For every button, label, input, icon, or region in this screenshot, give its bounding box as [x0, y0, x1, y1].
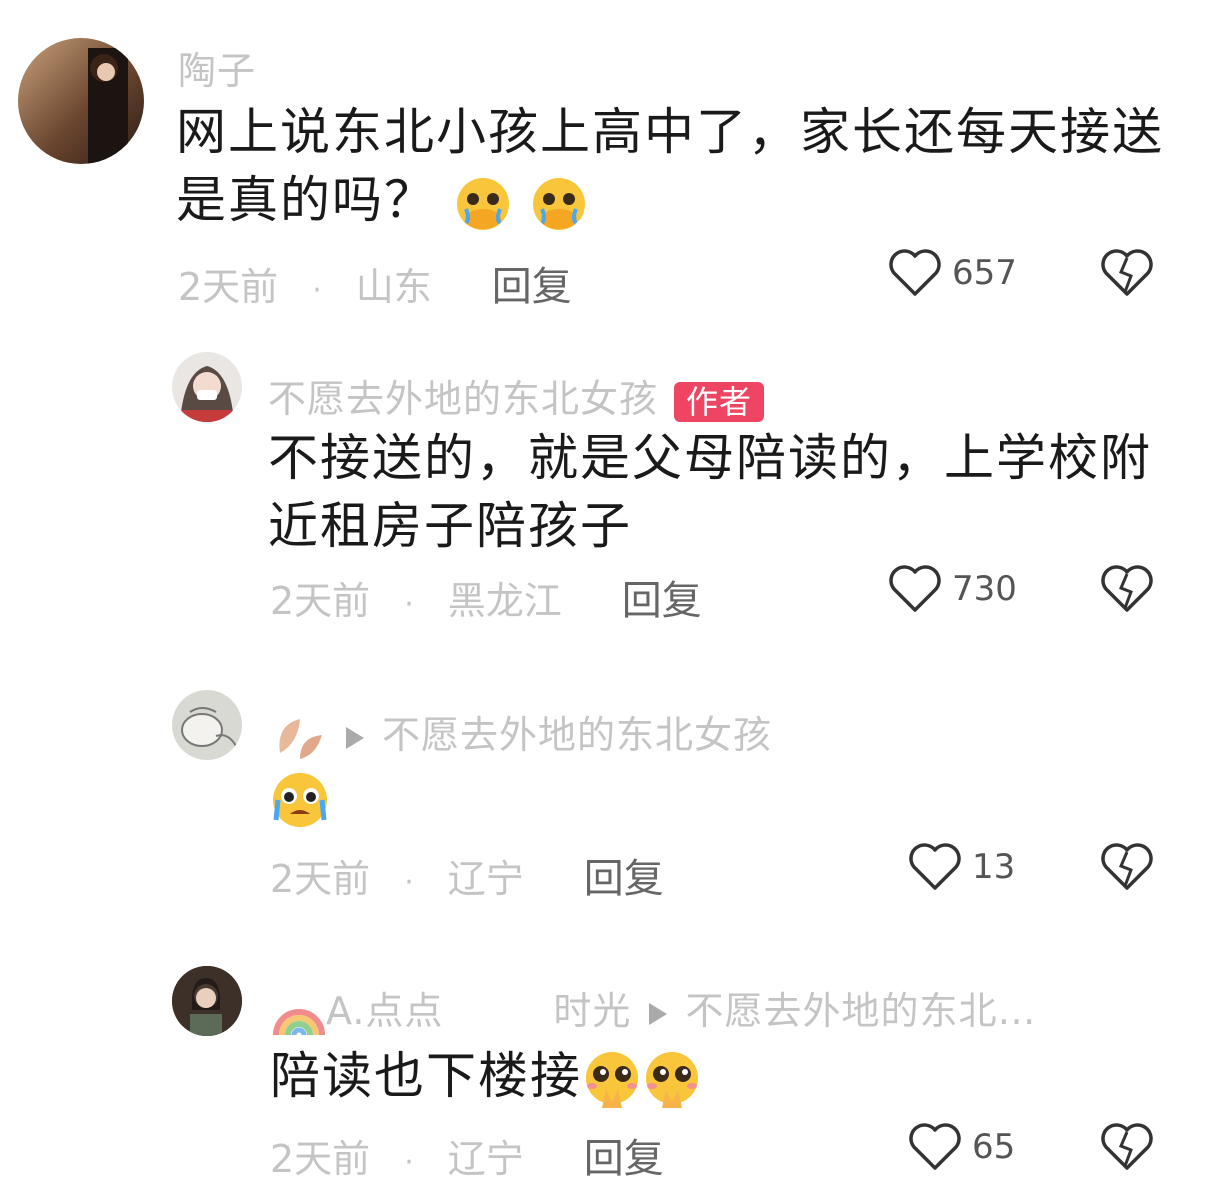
comment-meta: 2天前 · 辽宁 回复	[270, 1126, 664, 1184]
heart-outline-icon	[909, 843, 961, 890]
comment-text: 网上说东北小孩上高中了，家长还每天接送 是真的吗？	[176, 98, 1176, 234]
like-button[interactable]: 657	[888, 248, 1017, 298]
reply-to-name[interactable]: 不愿去外地的东北女孩	[382, 713, 772, 757]
comment-author[interactable]: 陶子	[178, 40, 256, 95]
dislike-button[interactable]	[1100, 842, 1154, 896]
author-badge: 作者	[674, 381, 765, 422]
comment-author[interactable]: 不愿去外地的东北女孩 作者	[268, 368, 765, 423]
separator-dot: ·	[404, 865, 414, 900]
heart-outline-icon	[909, 1123, 961, 1170]
dislike-button[interactable]	[1100, 564, 1154, 618]
comment-4: A.点点 时光 不愿去外地的东北… 陪读也下楼接 2天前 · 辽宁 回复 65	[0, 950, 1222, 1194]
like-count: 730	[952, 569, 1017, 609]
comment-text-line: 近租房子陪孩子	[268, 497, 632, 555]
comment-location: 辽宁	[447, 857, 524, 901]
like-button[interactable]: 730	[888, 564, 1017, 614]
comment-text: 陪读也下楼接	[270, 1042, 1170, 1110]
reply-button[interactable]: 回复	[492, 264, 572, 310]
like-button[interactable]: 65	[908, 1122, 1015, 1172]
dislike-button[interactable]	[1100, 248, 1154, 302]
comment-1: 陶子 网上说东北小孩上高中了，家长还每天接送 是真的吗？ 2天前 · 山东 回复	[0, 0, 1222, 320]
avatar-image	[181, 707, 237, 747]
comment-text: 不接送的，就是父母陪读的，上学校附 近租房子陪孩子	[268, 424, 1168, 560]
reply-arrow-icon	[346, 726, 364, 749]
comment-time: 2天前	[270, 1137, 371, 1181]
like-count: 13	[972, 847, 1016, 887]
comment-location: 黑龙江	[447, 579, 562, 623]
heart-outline-icon	[889, 565, 941, 612]
broken-heart-icon	[1101, 249, 1153, 296]
comment-meta: 2天前 · 辽宁 回复	[270, 846, 664, 904]
comment-time: 2天前	[178, 265, 279, 309]
crying-face-emoji	[532, 177, 585, 230]
separator-dot: ·	[404, 587, 414, 622]
pleading-hands-emoji	[646, 1051, 698, 1108]
broken-heart-icon	[1101, 1123, 1153, 1170]
avatar[interactable]	[172, 690, 242, 760]
separator-dot: ·	[312, 273, 322, 308]
avatar[interactable]	[18, 38, 144, 164]
comment-2: 不愿去外地的东北女孩 作者 不接送的，就是父母陪读的，上学校附 近租房子陪孩子 2…	[0, 330, 1222, 650]
dislike-button[interactable]	[1100, 1122, 1154, 1176]
separator-dot: ·	[404, 1145, 414, 1180]
crying-face-emoji	[456, 177, 509, 230]
like-button[interactable]: 13	[908, 842, 1015, 892]
comment-text	[270, 770, 330, 830]
leaf-emoji	[279, 718, 322, 759]
comment-text-line: 是真的吗？	[176, 171, 436, 229]
heart-outline-icon	[889, 249, 941, 296]
avatar-image	[172, 966, 242, 1036]
broken-heart-icon	[1101, 843, 1153, 890]
comment-3: 不愿去外地的东北女孩 2天前 · 辽宁 回复 13	[0, 670, 1222, 920]
like-count: 657	[952, 253, 1017, 293]
avatar-image	[180, 366, 234, 422]
avatar[interactable]	[172, 352, 242, 422]
comment-time: 2天前	[270, 579, 371, 623]
comment-time: 2天前	[270, 857, 371, 901]
comment-meta: 2天前 · 山东 回复	[178, 254, 572, 312]
comment-author[interactable]: A.点点 时光 不愿去外地的东北…	[272, 980, 1036, 1039]
rainbow-emoji	[273, 1008, 325, 1035]
like-count: 65	[972, 1127, 1016, 1167]
pleading-hands-emoji	[586, 1051, 638, 1108]
author-name[interactable]: 不愿去外地的东北女孩	[268, 377, 658, 421]
comment-text-line: 网上说东北小孩上高中了，家长还每天接送	[176, 103, 1164, 161]
reply-to-name[interactable]: 不愿去外地的东北…	[685, 989, 1036, 1033]
avatar[interactable]	[172, 966, 242, 1036]
comment-location: 山东	[355, 265, 432, 309]
reply-arrow-icon	[649, 1002, 668, 1025]
author-name-part[interactable]: 时光	[553, 989, 631, 1033]
broken-heart-icon	[1101, 565, 1153, 612]
sob-emoji	[273, 773, 327, 827]
reply-button[interactable]: 回复	[584, 856, 664, 902]
comment-meta: 2天前 · 黑龙江 回复	[270, 568, 702, 626]
comment-author[interactable]: 不愿去外地的东北女孩	[270, 704, 772, 763]
comment-text-line: 不接送的，就是父母陪读的，上学校附	[268, 429, 1152, 487]
reply-button[interactable]: 回复	[584, 1136, 664, 1182]
avatar-image	[88, 48, 128, 164]
comment-location: 辽宁	[447, 1137, 524, 1181]
reply-button[interactable]: 回复	[622, 578, 702, 624]
author-name-part[interactable]: A.点点	[326, 989, 443, 1033]
comment-text-line: 陪读也下楼接	[270, 1047, 582, 1105]
